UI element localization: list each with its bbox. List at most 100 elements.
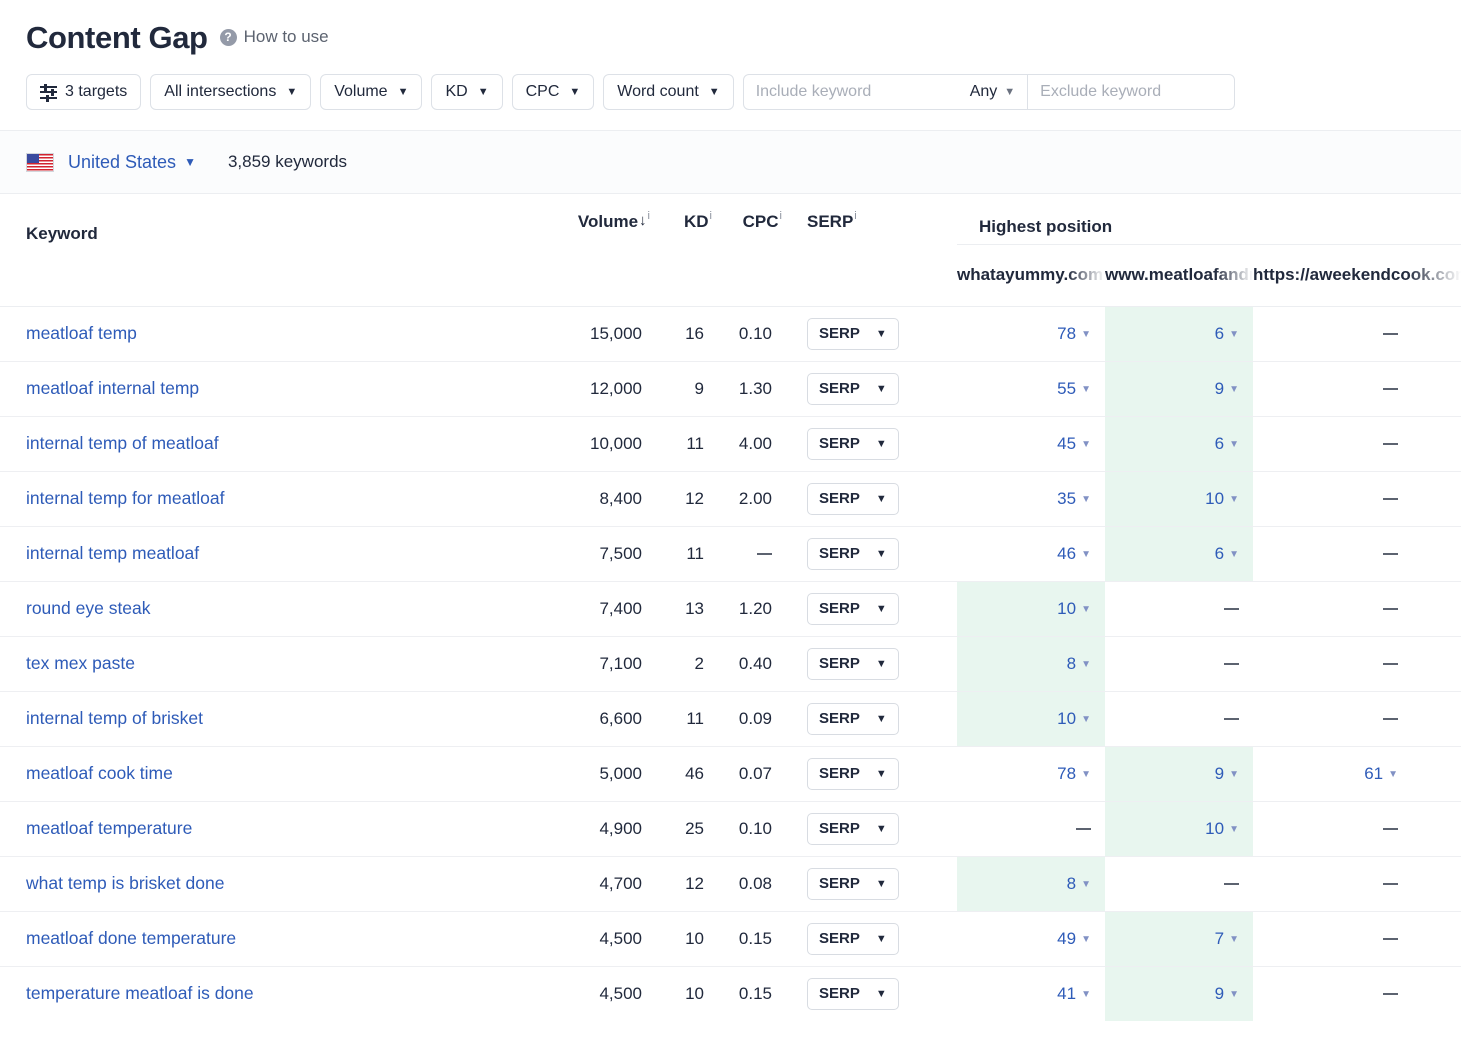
intersections-dropdown[interactable]: All intersections ▼ (150, 74, 312, 110)
position-link[interactable]: 10 ▼ (1057, 599, 1091, 619)
cpc-filter-label: CPC (525, 83, 560, 100)
column-header-keyword[interactable]: Keyword (0, 194, 520, 244)
position-link[interactable]: 41 ▼ (1057, 984, 1091, 1004)
keyword-cell: internal temp of brisket (0, 690, 520, 746)
position-link[interactable]: 46 ▼ (1057, 544, 1091, 564)
keyword-link[interactable]: internal temp of brisket (26, 708, 203, 728)
position-value: 45 (1057, 433, 1077, 453)
word-count-filter-label: Word count (617, 83, 699, 100)
serp-button[interactable]: SERP ▼ (807, 977, 899, 1010)
position-link[interactable]: 9 ▼ (1215, 764, 1239, 784)
serp-button[interactable]: SERP ▼ (807, 427, 899, 460)
position-link[interactable]: 6 ▼ (1215, 434, 1239, 454)
chevron-down-icon: ▼ (875, 822, 887, 835)
keyword-link[interactable]: internal temp meatloaf (26, 543, 199, 563)
cpc-cell: 0.07 (712, 745, 782, 801)
position-link[interactable]: 9 ▼ (1215, 984, 1239, 1004)
serp-button[interactable]: SERP ▼ (807, 647, 899, 680)
position-value: 10 (1205, 818, 1225, 838)
position-link[interactable]: 6 ▼ (1215, 544, 1239, 564)
position-value: 6 (1214, 543, 1225, 563)
serp-button-label: SERP (819, 490, 860, 507)
position-link[interactable]: 61 ▼ (1364, 764, 1398, 784)
any-match-dropdown[interactable]: Any ▼ (966, 75, 1029, 109)
keyword-link[interactable]: meatloaf internal temp (26, 378, 199, 398)
chevron-down-icon: ▼ (1229, 329, 1239, 340)
word-count-filter-dropdown[interactable]: Word count ▼ (603, 74, 734, 110)
serp-cell: SERP ▼ (782, 525, 957, 581)
serp-button[interactable]: SERP ▼ (807, 482, 899, 515)
keyword-link[interactable]: meatloaf cook time (26, 763, 173, 783)
kd-cell: 11 (650, 525, 712, 581)
column-header-volume[interactable]: Volume ↓ i (520, 194, 650, 244)
serp-button[interactable]: SERP ▼ (807, 317, 899, 350)
keyword-link[interactable]: round eye steak (26, 598, 151, 618)
column-header-kd[interactable]: KD i (650, 194, 712, 244)
position-link[interactable]: 78 ▼ (1057, 764, 1091, 784)
column-header-serp[interactable]: SERP i (782, 194, 957, 244)
position-value: 78 (1057, 323, 1077, 343)
column-header-cpc[interactable]: CPC i (712, 194, 782, 244)
column-header-target-1[interactable]: whatayummy.com (957, 244, 1105, 307)
volume-filter-dropdown[interactable]: Volume ▼ (320, 74, 423, 110)
keyword-link[interactable]: tex mex paste (26, 653, 135, 673)
position-link[interactable]: 35 ▼ (1057, 489, 1091, 509)
position-link[interactable]: 10 ▼ (1205, 819, 1239, 839)
chevron-down-icon: ▼ (1229, 989, 1239, 1001)
table-row: temperature meatloaf is done 4,500 10 0.15 S… (0, 965, 1461, 1021)
column-header-target-2[interactable]: www.meatloafandmelodrama.com (1105, 244, 1253, 307)
position-cell-target-2: 6 ▼ (1105, 525, 1253, 581)
keyword-cell: internal temp meatloaf (0, 525, 520, 581)
include-keyword-input[interactable] (743, 75, 966, 109)
cpc-cell: 0.15 (712, 910, 782, 966)
dash-icon (1383, 608, 1399, 611)
position-link[interactable]: 6 ▼ (1215, 324, 1239, 344)
position-link[interactable]: 7 ▼ (1215, 929, 1239, 949)
position-link[interactable]: 49 ▼ (1057, 929, 1091, 949)
keyword-link[interactable]: internal temp of meatloaf (26, 433, 219, 453)
serp-button[interactable]: SERP ▼ (807, 922, 899, 955)
chevron-down-icon: ▼ (477, 86, 489, 98)
keyword-link[interactable]: internal temp for meatloaf (26, 488, 224, 508)
cpc-filter-dropdown[interactable]: CPC ▼ (511, 74, 595, 110)
position-value: 7 (1214, 928, 1225, 948)
info-icon[interactable]: i (710, 211, 712, 222)
column-header-target-3[interactable]: https://aweekendcook.com (1253, 244, 1461, 307)
kd-filter-dropdown[interactable]: KD ▼ (431, 74, 503, 110)
serp-button[interactable]: SERP ▼ (807, 592, 899, 625)
serp-button[interactable]: SERP ▼ (807, 757, 899, 790)
serp-button[interactable]: SERP ▼ (807, 537, 899, 570)
column-header-highest-position: Highest position (957, 194, 1461, 245)
position-link[interactable]: 10 ▼ (1205, 489, 1239, 509)
keyword-link[interactable]: meatloaf done temperature (26, 928, 236, 948)
how-to-use-link[interactable]: ? How to use (219, 27, 329, 47)
position-link[interactable]: 78 ▼ (1057, 324, 1091, 344)
position-link[interactable]: 8 ▼ (1067, 654, 1091, 674)
keyword-link[interactable]: what temp is brisket done (26, 873, 224, 893)
serp-button[interactable]: SERP ▼ (807, 702, 899, 735)
kd-cell: 25 (650, 800, 712, 856)
info-icon[interactable]: i (780, 211, 782, 222)
exclude-keyword-input[interactable] (1028, 75, 1235, 109)
position-link[interactable]: 10 ▼ (1057, 709, 1091, 729)
keyword-link[interactable]: meatloaf temperature (26, 818, 192, 838)
keyword-link[interactable]: temperature meatloaf is done (26, 983, 254, 1003)
position-cell-target-1: 45 ▼ (957, 415, 1105, 471)
volume-cell: 6,600 (520, 690, 650, 746)
serp-button[interactable]: SERP ▼ (807, 812, 899, 845)
position-link[interactable]: 55 ▼ (1057, 379, 1091, 399)
country-selector[interactable]: United States ▼ (68, 152, 196, 173)
serp-button-label: SERP (819, 380, 860, 397)
targets-label: 3 targets (65, 83, 128, 100)
position-link[interactable]: 9 ▼ (1215, 379, 1239, 399)
serp-button[interactable]: SERP ▼ (807, 372, 899, 405)
keyword-link[interactable]: meatloaf temp (26, 323, 137, 343)
targets-button[interactable]: 3 targets (26, 74, 142, 110)
serp-button[interactable]: SERP ▼ (807, 867, 899, 900)
position-link[interactable]: 8 ▼ (1067, 874, 1091, 894)
position-cell-target-3 (1253, 965, 1461, 1021)
serp-button-label: SERP (819, 655, 860, 672)
info-icon[interactable]: i (854, 211, 856, 222)
info-icon[interactable]: i (648, 211, 650, 222)
position-link[interactable]: 45 ▼ (1057, 434, 1091, 454)
